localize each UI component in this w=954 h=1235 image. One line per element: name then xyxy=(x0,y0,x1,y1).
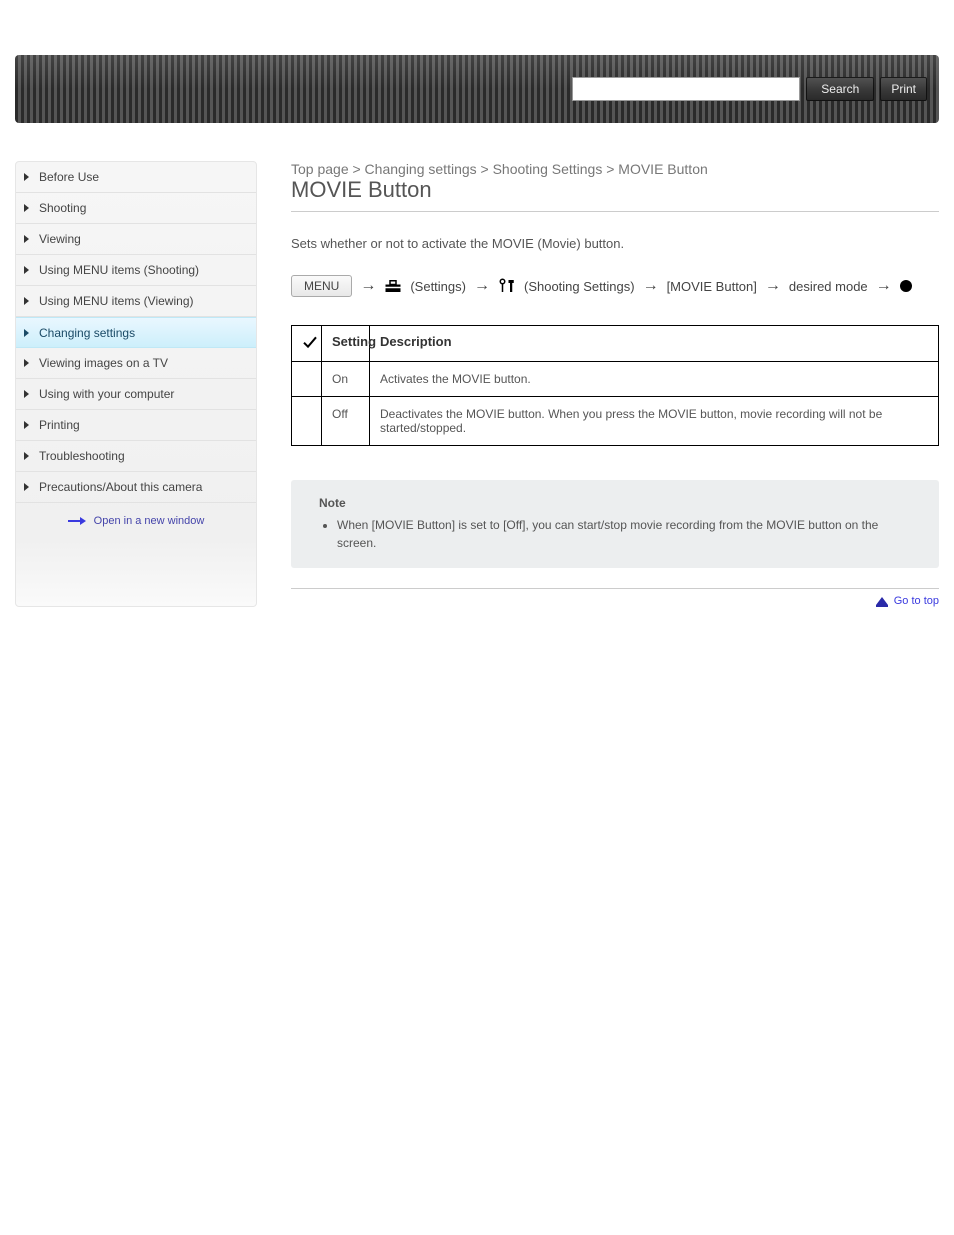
tools-icon xyxy=(498,278,516,294)
chevron-right-icon xyxy=(24,297,29,305)
chevron-right-icon xyxy=(24,235,29,243)
settings-table: Setting Description On Activates the MOV… xyxy=(291,325,939,446)
sidebar-item-label: Shooting xyxy=(39,201,86,215)
note-box: Note When [MOVIE Button] is set to [Off]… xyxy=(291,480,939,568)
sidebar-item-label: Before Use xyxy=(39,170,99,184)
print-button[interactable]: Print xyxy=(880,77,927,101)
header-bar: Search Print xyxy=(15,55,939,123)
menu-step-label: [MOVIE Button] xyxy=(667,279,757,294)
sidebar-item-printing[interactable]: Printing xyxy=(16,410,256,441)
menu-path: MENU → (Settings) → (Shooting Settings) … xyxy=(291,275,939,297)
sidebar-item-menu-shooting[interactable]: Using MENU items (Shooting) xyxy=(16,255,256,286)
footer: Go to top xyxy=(291,588,939,607)
chevron-right-icon xyxy=(24,266,29,274)
cell-desc: Deactivates the MOVIE button. When you p… xyxy=(370,397,939,446)
menu-button-label: MENU xyxy=(291,275,352,297)
toolbox-icon xyxy=(384,278,402,294)
sidebar-item-precautions[interactable]: Precautions/About this camera xyxy=(16,472,256,503)
sidebar-item-label: Changing settings xyxy=(39,326,135,340)
arrow-right-icon xyxy=(68,517,86,525)
cell-setting: On xyxy=(322,362,370,397)
arrow-right-icon: → xyxy=(876,277,892,295)
chevron-right-icon xyxy=(24,390,29,398)
menu-step-label: (Settings) xyxy=(410,279,466,294)
sidebar-item-before-use[interactable]: Before Use xyxy=(16,162,256,193)
sidebar: Before Use Shooting Viewing Using MENU i… xyxy=(15,161,257,607)
arrow-right-icon: → xyxy=(765,277,781,295)
arrow-right-icon: → xyxy=(474,277,490,295)
sidebar-item-label: Printing xyxy=(39,418,80,432)
sidebar-item-label: Using MENU items (Viewing) xyxy=(39,294,193,308)
cell-default xyxy=(292,362,322,397)
menu-step-label: (Shooting Settings) xyxy=(524,279,635,294)
sidebar-item-troubleshooting[interactable]: Troubleshooting xyxy=(16,441,256,472)
chevron-right-icon xyxy=(24,329,29,337)
table-row: Off Deactivates the MOVIE button. When y… xyxy=(292,397,939,446)
sidebar-item-computer[interactable]: Using with your computer xyxy=(16,379,256,410)
sidebar-item-label: Precautions/About this camera xyxy=(39,480,202,494)
sidebar-item-tv[interactable]: Viewing images on a TV xyxy=(16,348,256,379)
sidebar-item-label: Viewing xyxy=(39,232,81,246)
search-button[interactable]: Search xyxy=(806,77,874,101)
page-title: MOVIE Button xyxy=(291,177,939,203)
note-title: Note xyxy=(319,496,911,510)
triangle-up-icon xyxy=(876,595,888,607)
note-item: When [MOVIE Button] is set to [Off], you… xyxy=(337,516,911,552)
open-new-label: Open in a new window xyxy=(94,515,205,527)
sidebar-item-label: Troubleshooting xyxy=(39,449,125,463)
arrow-right-icon: → xyxy=(360,277,376,295)
divider xyxy=(291,211,939,212)
chevron-right-icon xyxy=(24,483,29,491)
go-to-top[interactable]: Go to top xyxy=(876,595,939,607)
th-default xyxy=(292,326,322,362)
cell-default xyxy=(292,397,322,446)
arrow-right-icon: → xyxy=(643,277,659,295)
lead: Sets whether or not to activate the MOVI… xyxy=(291,236,939,251)
cell-desc: Activates the MOVIE button. xyxy=(370,362,939,397)
search-input[interactable] xyxy=(572,77,800,101)
chevron-right-icon xyxy=(24,452,29,460)
sidebar-item-label: Viewing images on a TV xyxy=(39,356,168,370)
table-row: On Activates the MOVIE button. xyxy=(292,362,939,397)
sidebar-item-viewing[interactable]: Viewing xyxy=(16,224,256,255)
sidebar-item-label: Using MENU items (Shooting) xyxy=(39,263,199,277)
go-to-top-label: Go to top xyxy=(894,595,939,607)
chevron-right-icon xyxy=(24,173,29,181)
open-new-window[interactable]: Open in a new window xyxy=(16,515,256,527)
bullet-icon xyxy=(900,280,912,292)
sidebar-item-changing-settings[interactable]: Changing settings xyxy=(16,317,256,348)
checkmark-icon xyxy=(302,334,318,350)
th-description: Description xyxy=(370,326,939,362)
chevron-right-icon xyxy=(24,204,29,212)
sidebar-item-shooting[interactable]: Shooting xyxy=(16,193,256,224)
breadcrumb: Top page > Changing settings > Shooting … xyxy=(291,161,939,177)
menu-step-label: desired mode xyxy=(789,279,868,294)
search-group: Search Print xyxy=(572,77,927,101)
cell-setting: Off xyxy=(322,397,370,446)
main: Top page > Changing settings > Shooting … xyxy=(291,161,939,607)
th-setting: Setting xyxy=(322,326,370,362)
chevron-right-icon xyxy=(24,359,29,367)
chevron-right-icon xyxy=(24,421,29,429)
sidebar-item-menu-viewing[interactable]: Using MENU items (Viewing) xyxy=(16,286,256,317)
sidebar-item-label: Using with your computer xyxy=(39,387,174,401)
